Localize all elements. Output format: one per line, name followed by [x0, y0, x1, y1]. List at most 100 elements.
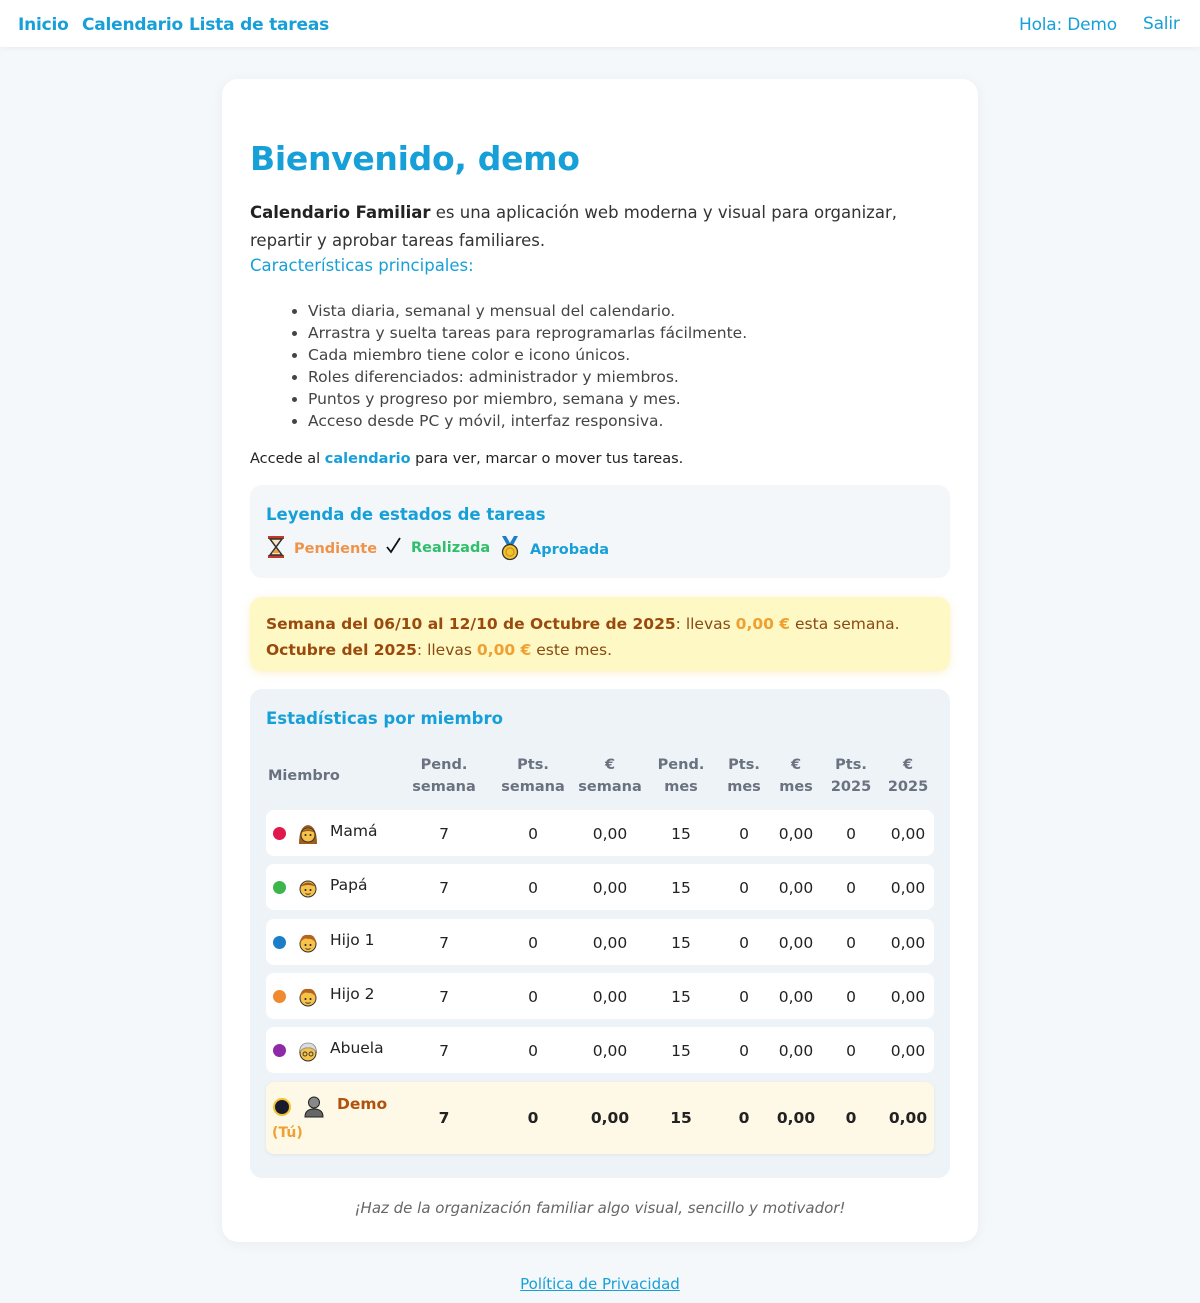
header-eur-month: € mes — [779, 757, 813, 795]
status-legend: Leyenda de estados de tareas Pendiente R… — [250, 485, 950, 578]
member-color-dot — [273, 827, 286, 840]
cell-pend-w: 7 — [439, 879, 449, 897]
feature-item: Puntos y progreso por miembro, semana y … — [308, 388, 747, 410]
cell-pend-w: 7 — [439, 1042, 449, 1060]
cell-eur-w: 0,00 — [590, 1109, 630, 1127]
week-text: : llevas — [675, 615, 736, 633]
header-pts-week: Pts. semana — [501, 757, 565, 795]
header-member: Miembro — [268, 768, 340, 784]
cell-pend-m: 15 — [671, 934, 691, 952]
week-summary: Semana del 06/10 al 12/10 de Octubre de … — [266, 615, 900, 633]
checkmark-icon — [385, 535, 403, 560]
member-color-dot — [273, 1044, 286, 1057]
member-name: Abuela — [330, 1039, 384, 1057]
logout-link[interactable]: Salir — [1143, 14, 1180, 34]
cell-eur-w: 0,00 — [592, 879, 628, 897]
table-row-current-user: Demo (Tú) 7 0 0,00 15 0 0,00 0 0,00 — [266, 1082, 934, 1154]
features-list: Vista diaria, semanal y mensual del cale… — [308, 300, 747, 432]
cell-pts-w: 0 — [528, 934, 538, 952]
legend-pending: Pendiente — [266, 535, 377, 563]
table-row: Papá 7 0 0,00 15 0 0,00 0 0,00 — [266, 864, 934, 910]
cell-pts-w: 0 — [528, 1042, 538, 1060]
cell-pend-m: 15 — [670, 1109, 692, 1127]
boy-emoji-icon — [296, 931, 320, 959]
nav-calendar-link[interactable]: Calendario — [82, 15, 183, 35]
cell-eur-y: 0,00 — [890, 934, 926, 952]
cell-eur-m: 0,00 — [778, 825, 814, 843]
cell-eur-y: 0,00 — [890, 825, 926, 843]
cell-pts-m: 0 — [739, 825, 749, 843]
access-text: Accede al calendario para ver, marcar o … — [250, 451, 683, 467]
calendar-link[interactable]: calendario — [325, 451, 411, 467]
cell-pts-w: 0 — [527, 1109, 539, 1127]
cell-pend-m: 15 — [671, 1042, 691, 1060]
header-pts-year: Pts. 2025 — [830, 757, 872, 795]
feature-item: Cada miembro tiene color e icono únicos. — [308, 344, 747, 366]
privacy-policy-link[interactable]: Política de Privacidad — [0, 1275, 1200, 1293]
cell-pts-y: 0 — [846, 934, 856, 952]
stats-title: Estadísticas por miembro — [266, 709, 503, 728]
member-color-dot — [273, 881, 286, 894]
cell-pts-w: 0 — [528, 988, 538, 1006]
medal-icon — [498, 535, 522, 565]
week-amount: 0,00 € — [735, 615, 791, 633]
member-name: Demo — [337, 1095, 388, 1113]
legend-title: Leyenda de estados de tareas — [266, 505, 546, 524]
cell-eur-w: 0,00 — [592, 825, 628, 843]
access-before: Accede al — [250, 451, 325, 467]
member-name: Hijo 1 — [330, 931, 375, 949]
cell-pend-w: 7 — [439, 825, 449, 843]
cell-pend-m: 15 — [671, 988, 691, 1006]
old-woman-emoji-icon — [296, 1039, 320, 1067]
cell-pts-m: 0 — [738, 1109, 750, 1127]
app-name: Calendario Familiar — [250, 203, 431, 222]
footnote: ¡Haz de la organización familiar algo vi… — [354, 1199, 846, 1217]
member-name: Mamá — [330, 822, 378, 840]
legend-done: Realizada — [385, 535, 490, 560]
table-row: Abuela 7 0 0,00 15 0 0,00 0 0,00 — [266, 1027, 934, 1073]
feature-item: Vista diaria, semanal y mensual del cale… — [308, 300, 747, 322]
legend-pending-label: Pendiente — [294, 541, 378, 557]
legend-done-label: Realizada — [411, 539, 491, 556]
member-color-dot — [273, 990, 286, 1003]
cell-pend-w: 7 — [438, 1109, 450, 1127]
person-emoji-icon — [302, 1094, 326, 1122]
main-card: Bienvenido, demo Calendario Familiar es … — [222, 79, 978, 1242]
cell-eur-m: 0,00 — [776, 1109, 816, 1127]
man-emoji-icon — [296, 876, 320, 904]
legend-approved: Aprobada — [498, 535, 609, 565]
header-pts-month: Pts. mes — [727, 757, 761, 795]
cell-eur-y: 0,00 — [890, 1042, 926, 1060]
cell-pts-y: 0 — [846, 988, 856, 1006]
cell-pend-m: 15 — [671, 879, 691, 897]
user-greeting[interactable]: Hola: Demo — [1019, 15, 1117, 35]
month-amount: 0,00 € — [476, 641, 532, 659]
member-color-dot — [273, 1098, 291, 1116]
feature-item: Acceso desde PC y móvil, interfaz respon… — [308, 410, 747, 432]
week-label: Semana del 06/10 al 12/10 de Octubre de … — [266, 615, 676, 633]
cell-pts-y: 0 — [845, 1109, 857, 1127]
cell-pts-y: 0 — [846, 825, 856, 843]
cell-eur-m: 0,00 — [778, 934, 814, 952]
header-pend-month: Pend. mes — [657, 757, 705, 795]
table-row: Hijo 2 7 0 0,00 15 0 0,00 0 0,00 — [266, 973, 934, 1019]
member-name: Papá — [330, 876, 368, 894]
cell-pts-y: 0 — [846, 1042, 856, 1060]
month-text: : llevas — [416, 641, 477, 659]
cell-pend-w: 7 — [439, 934, 449, 952]
cell-pts-m: 0 — [739, 1042, 749, 1060]
cell-eur-y: 0,00 — [890, 879, 926, 897]
cell-pts-w: 0 — [528, 879, 538, 897]
legend-approved-label: Aprobada — [530, 542, 610, 558]
cell-eur-m: 0,00 — [778, 879, 814, 897]
header-eur-year: €2025 — [887, 757, 929, 795]
cell-eur-m: 0,00 — [778, 1042, 814, 1060]
nav-tasks-link[interactable]: Lista de tareas — [189, 15, 329, 35]
feature-item: Arrastra y suelta tareas para reprograma… — [308, 322, 747, 344]
intro-paragraph: Calendario Familiar es una aplicación we… — [250, 199, 960, 255]
member-color-dot — [273, 936, 286, 949]
hourglass-icon — [266, 535, 286, 563]
header-pend-week: Pend. semana — [412, 757, 476, 795]
member-stats: Estadísticas por miembro Miembro Pend. se… — [250, 689, 950, 1178]
nav-home-link[interactable]: Inicio — [18, 15, 69, 35]
